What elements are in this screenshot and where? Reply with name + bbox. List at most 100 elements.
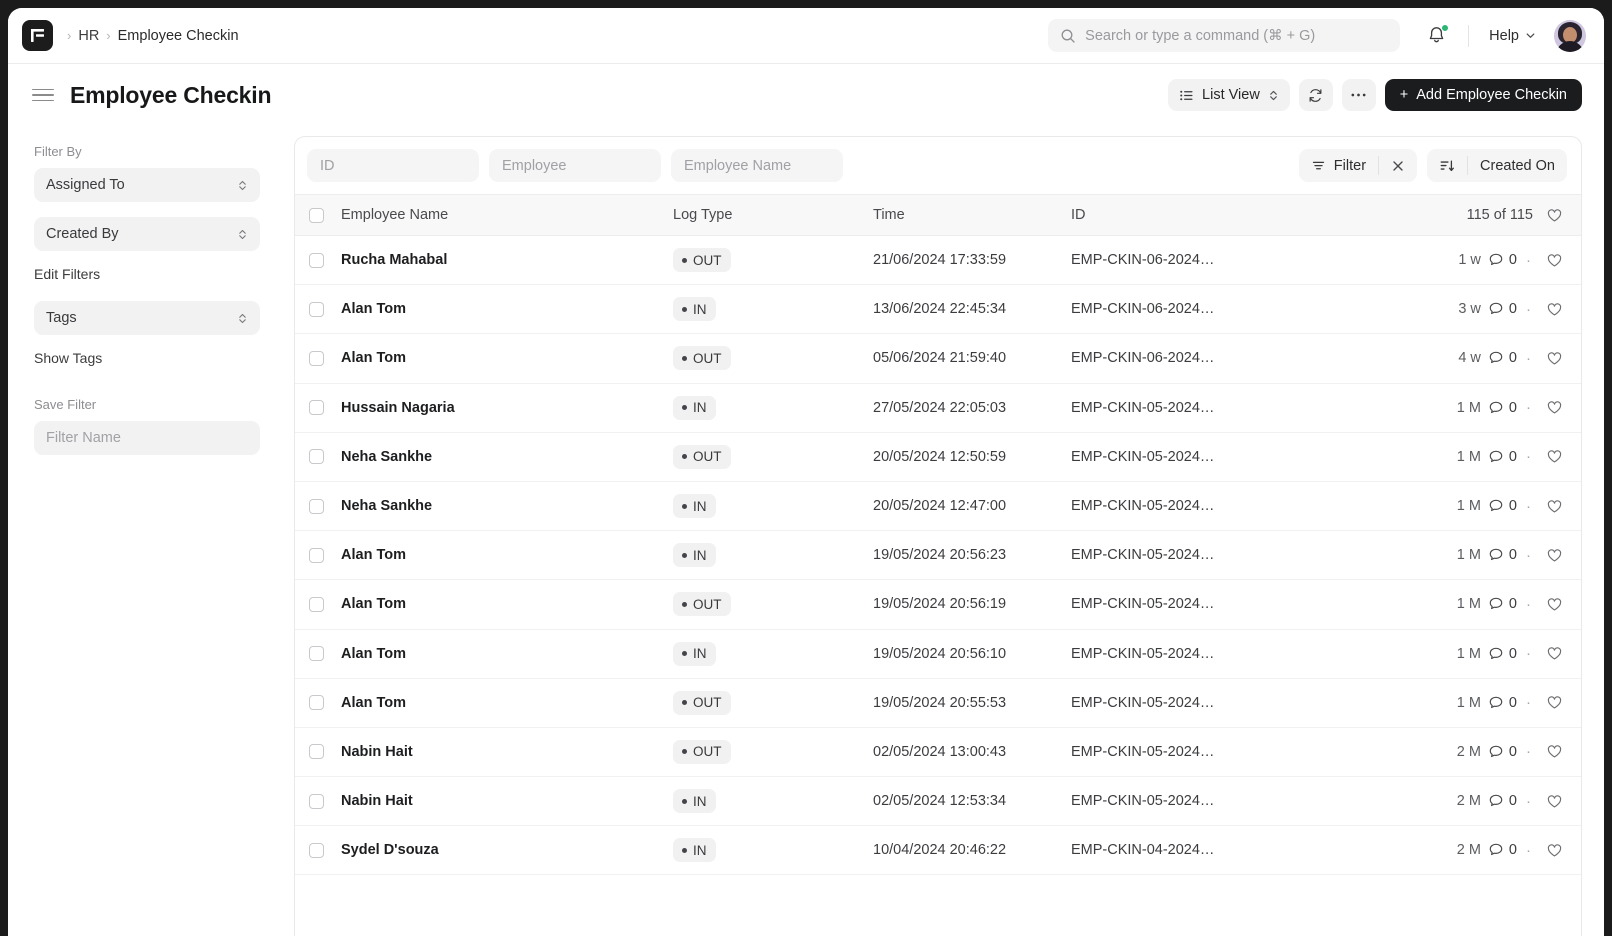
comment-count[interactable]: 0 <box>1488 744 1517 760</box>
cell-id[interactable]: EMP-CKIN-05-2024… <box>1071 596 1315 612</box>
cell-id[interactable]: EMP-CKIN-05-2024… <box>1071 547 1315 563</box>
breadcrumb-item-employee-checkin[interactable]: Employee Checkin <box>118 28 239 44</box>
cell-employee-name[interactable]: Sydel D'souza <box>341 842 673 858</box>
row-checkbox[interactable] <box>309 695 324 710</box>
table-row[interactable]: Nabin Hait IN 02/05/2024 12:53:34 EMP-CK… <box>295 777 1581 826</box>
cell-employee-name[interactable]: Rucha Mahabal <box>341 252 673 268</box>
table-row[interactable]: Sydel D'souza IN 10/04/2024 20:46:22 EMP… <box>295 826 1581 875</box>
column-header-log-type[interactable]: Log Type <box>673 207 873 223</box>
table-row[interactable]: Nabin Hait OUT 02/05/2024 13:00:43 EMP-C… <box>295 728 1581 777</box>
refresh-button[interactable] <box>1299 79 1333 111</box>
row-checkbox[interactable] <box>309 646 324 661</box>
sort-direction-button[interactable] <box>1427 149 1467 182</box>
sidebar-filter-assigned-to[interactable]: Assigned To <box>34 168 260 202</box>
notifications-button[interactable] <box>1426 25 1448 47</box>
cell-id[interactable]: EMP-CKIN-06-2024… <box>1071 350 1315 366</box>
row-like-button[interactable] <box>1533 448 1563 465</box>
hamburger-menu-icon[interactable] <box>32 89 54 102</box>
row-like-button[interactable] <box>1533 645 1563 662</box>
row-like-button[interactable] <box>1533 252 1563 269</box>
cell-employee-name[interactable]: Alan Tom <box>341 547 673 563</box>
column-header-time[interactable]: Time <box>873 207 1071 223</box>
row-checkbox[interactable] <box>309 499 324 514</box>
comment-count[interactable]: 0 <box>1488 449 1517 465</box>
table-row[interactable]: Alan Tom OUT 19/05/2024 20:55:53 EMP-CKI… <box>295 679 1581 728</box>
more-options-button[interactable] <box>1342 79 1376 111</box>
row-like-button[interactable] <box>1533 842 1563 859</box>
row-checkbox[interactable] <box>309 253 324 268</box>
row-checkbox[interactable] <box>309 449 324 464</box>
cell-id[interactable]: EMP-CKIN-05-2024… <box>1071 400 1315 416</box>
comment-count[interactable]: 0 <box>1488 252 1517 268</box>
table-row[interactable]: Alan Tom OUT 05/06/2024 21:59:40 EMP-CKI… <box>295 334 1581 383</box>
cell-employee-name[interactable]: Alan Tom <box>341 301 673 317</box>
row-checkbox[interactable] <box>309 351 324 366</box>
row-like-button[interactable] <box>1533 547 1563 564</box>
cell-employee-name[interactable]: Nabin Hait <box>341 744 673 760</box>
row-like-button[interactable] <box>1533 793 1563 810</box>
breadcrumb-item-hr[interactable]: HR <box>78 28 99 44</box>
cell-employee-name[interactable]: Nabin Hait <box>341 793 673 809</box>
filter-button[interactable]: Filter <box>1299 149 1378 182</box>
filter-input-employee-name[interactable]: Employee Name <box>671 149 843 182</box>
cell-id[interactable]: EMP-CKIN-06-2024… <box>1071 301 1315 317</box>
column-header-employee-name[interactable]: Employee Name <box>341 207 673 223</box>
comment-count[interactable]: 0 <box>1488 301 1517 317</box>
help-menu[interactable]: Help <box>1489 28 1536 44</box>
cell-employee-name[interactable]: Alan Tom <box>341 350 673 366</box>
table-row[interactable]: Alan Tom IN 19/05/2024 20:56:10 EMP-CKIN… <box>295 630 1581 679</box>
comment-count[interactable]: 0 <box>1488 350 1517 366</box>
row-like-button[interactable] <box>1533 301 1563 318</box>
sort-field-button[interactable]: Created On <box>1468 149 1567 182</box>
sidebar-filter-tags[interactable]: Tags <box>34 301 260 335</box>
comment-count[interactable]: 0 <box>1488 842 1517 858</box>
cell-id[interactable]: EMP-CKIN-05-2024… <box>1071 449 1315 465</box>
column-header-id[interactable]: ID <box>1071 207 1433 223</box>
cell-id[interactable]: EMP-CKIN-05-2024… <box>1071 744 1315 760</box>
header-like-filter[interactable] <box>1533 207 1563 224</box>
row-like-button[interactable] <box>1533 498 1563 515</box>
comment-count[interactable]: 0 <box>1488 547 1517 563</box>
cell-id[interactable]: EMP-CKIN-06-2024… <box>1071 252 1315 268</box>
row-checkbox[interactable] <box>309 794 324 809</box>
filter-name-input[interactable]: Filter Name <box>34 421 260 455</box>
table-row[interactable]: Hussain Nagaria IN 27/05/2024 22:05:03 E… <box>295 384 1581 433</box>
row-like-button[interactable] <box>1533 350 1563 367</box>
list-view-switcher[interactable]: List View <box>1168 79 1290 111</box>
table-row[interactable]: Neha Sankhe OUT 20/05/2024 12:50:59 EMP-… <box>295 433 1581 482</box>
cell-id[interactable]: EMP-CKIN-04-2024… <box>1071 842 1315 858</box>
row-like-button[interactable] <box>1533 743 1563 760</box>
cell-id[interactable]: EMP-CKIN-05-2024… <box>1071 498 1315 514</box>
table-row[interactable]: Alan Tom IN 19/05/2024 20:56:23 EMP-CKIN… <box>295 531 1581 580</box>
add-employee-checkin-button[interactable]: + Add Employee Checkin <box>1385 79 1582 111</box>
comment-count[interactable]: 0 <box>1488 646 1517 662</box>
row-like-button[interactable] <box>1533 399 1563 416</box>
select-all-checkbox[interactable] <box>309 208 324 223</box>
clear-filter-button[interactable] <box>1379 149 1417 182</box>
table-row[interactable]: Rucha Mahabal OUT 21/06/2024 17:33:59 EM… <box>295 236 1581 285</box>
cell-employee-name[interactable]: Neha Sankhe <box>341 498 673 514</box>
comment-count[interactable]: 0 <box>1488 400 1517 416</box>
row-checkbox[interactable] <box>309 302 324 317</box>
global-search-input[interactable]: Search or type a command (⌘ + G) <box>1048 19 1400 52</box>
edit-filters-link[interactable]: Edit Filters <box>34 266 260 282</box>
row-checkbox[interactable] <box>309 843 324 858</box>
cell-employee-name[interactable]: Alan Tom <box>341 596 673 612</box>
cell-id[interactable]: EMP-CKIN-05-2024… <box>1071 646 1315 662</box>
avatar[interactable] <box>1554 20 1586 52</box>
row-like-button[interactable] <box>1533 694 1563 711</box>
table-row[interactable]: Alan Tom OUT 19/05/2024 20:56:19 EMP-CKI… <box>295 580 1581 629</box>
table-row[interactable]: Alan Tom IN 13/06/2024 22:45:34 EMP-CKIN… <box>295 285 1581 334</box>
filter-input-employee[interactable]: Employee <box>489 149 661 182</box>
table-row[interactable]: Neha Sankhe IN 20/05/2024 12:47:00 EMP-C… <box>295 482 1581 531</box>
cell-employee-name[interactable]: Neha Sankhe <box>341 449 673 465</box>
show-tags-link[interactable]: Show Tags <box>34 350 260 366</box>
row-checkbox[interactable] <box>309 400 324 415</box>
comment-count[interactable]: 0 <box>1488 695 1517 711</box>
comment-count[interactable]: 0 <box>1488 596 1517 612</box>
cell-id[interactable]: EMP-CKIN-05-2024… <box>1071 695 1315 711</box>
comment-count[interactable]: 0 <box>1488 793 1517 809</box>
comment-count[interactable]: 0 <box>1488 498 1517 514</box>
cell-employee-name[interactable]: Alan Tom <box>341 695 673 711</box>
cell-employee-name[interactable]: Hussain Nagaria <box>341 400 673 416</box>
